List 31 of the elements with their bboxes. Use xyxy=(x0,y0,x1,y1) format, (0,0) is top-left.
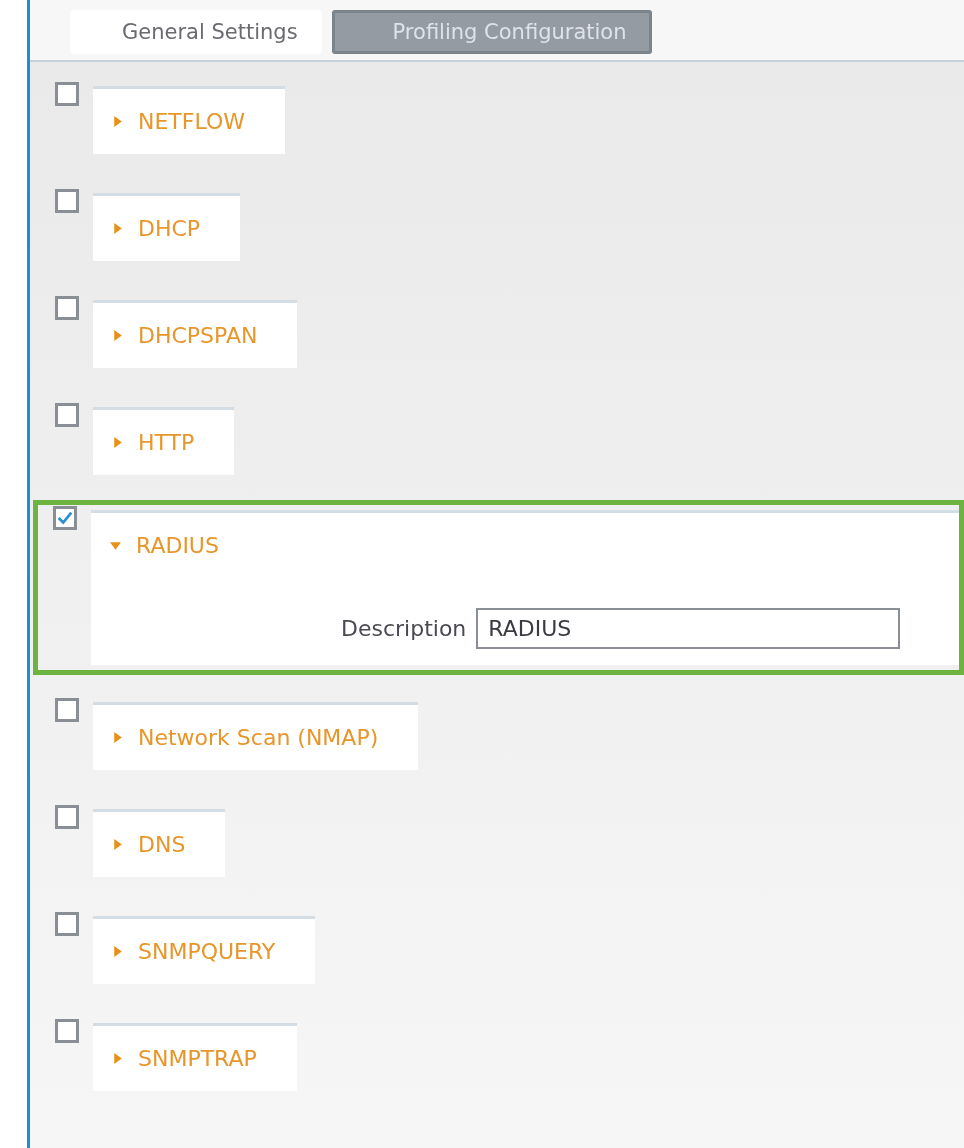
tab[interactable]: Profiling Configuration xyxy=(331,10,652,54)
caret-right-icon xyxy=(111,838,124,851)
caret-right-icon xyxy=(111,945,124,958)
checkbox[interactable] xyxy=(55,698,79,722)
description-field[interactable]: RADIUS xyxy=(476,608,901,649)
caret-right-icon xyxy=(111,436,124,449)
tab[interactable]: General Settings xyxy=(70,10,322,54)
probe-header[interactable]: NETFLOW xyxy=(93,89,285,154)
caret-right-icon xyxy=(111,329,124,342)
checkbox[interactable] xyxy=(55,805,79,829)
probe-header[interactable]: DHCPSPAN xyxy=(93,303,298,368)
probe-header[interactable]: HTTP xyxy=(93,410,235,475)
field-label: Description xyxy=(341,616,467,641)
checkbox[interactable] xyxy=(55,912,79,936)
caret-right-icon xyxy=(111,731,124,744)
checkbox[interactable] xyxy=(55,403,79,427)
probe-header[interactable]: SNMPTRAP xyxy=(93,1026,297,1091)
checkbox[interactable] xyxy=(55,296,79,320)
probe-header[interactable]: DHCP xyxy=(93,196,241,261)
checkbox[interactable] xyxy=(55,1019,79,1043)
checkbox[interactable] xyxy=(55,82,79,106)
checkbox[interactable] xyxy=(55,189,79,213)
caret-right-icon xyxy=(111,1052,124,1065)
caret-down-icon xyxy=(109,539,122,552)
probe-header[interactable]: DNS xyxy=(93,812,226,877)
probe-header[interactable]: SNMPQUERY xyxy=(93,919,316,984)
probe-header[interactable]: Network Scan (NMAP) xyxy=(93,705,419,770)
checkbox[interactable] xyxy=(53,506,77,530)
probe-header[interactable]: RADIUS xyxy=(91,513,959,578)
caret-right-icon xyxy=(111,115,124,128)
caret-right-icon xyxy=(111,222,124,235)
